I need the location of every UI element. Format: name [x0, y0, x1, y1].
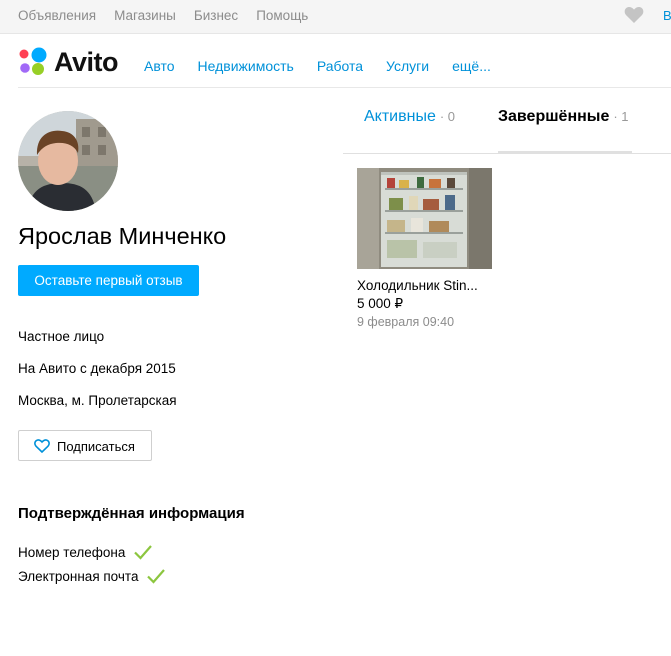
main-nav: Авто Недвижимость Работа Услуги ещё... — [144, 58, 491, 74]
nav-auto[interactable]: Авто — [144, 58, 175, 74]
verified-item-label: Номер телефона — [18, 544, 126, 560]
heart-icon[interactable] — [624, 6, 644, 24]
listing-photo[interactable] — [357, 168, 492, 269]
listing-title[interactable]: Холодильник Stin... — [357, 278, 492, 293]
top-links: Объявления Магазины Бизнес Помощь — [18, 8, 308, 23]
seller-type: Частное лицо — [18, 329, 105, 344]
heart-outline-icon — [34, 439, 50, 453]
user-name: Ярослав Минченко — [18, 223, 227, 249]
nav-services[interactable]: Услуги — [386, 58, 429, 74]
subscribe-label: Подписаться — [57, 439, 135, 454]
nav-jobs[interactable]: Работа — [317, 58, 363, 74]
tab-label: Завершённые — [498, 108, 610, 125]
seller-location: Москва, м. Пролетарская — [18, 393, 177, 408]
avito-logo[interactable]: Avito — [18, 46, 130, 78]
tab-active-listings[interactable]: Активные · 0 — [364, 108, 455, 154]
top-bar: Объявления Магазины Бизнес Помощь В — [0, 0, 671, 34]
member-since: На Авито с декабря 2015 — [18, 361, 176, 376]
site-header: Avito Авто Недвижимость Работа Услуги ещ… — [18, 36, 671, 88]
verified-item-email: Электронная почта — [18, 568, 166, 584]
listings-tabs: Активные · 0 Завершённые · 1 — [343, 102, 671, 154]
listing-price: 5 000 ₽ — [357, 296, 404, 311]
nav-realty[interactable]: Недвижимость — [198, 58, 294, 74]
check-icon — [134, 545, 153, 560]
listing-card[interactable]: Холодильник Stin... 5 000 ₽ 9 февраля 09… — [357, 168, 492, 329]
top-link-shops[interactable]: Магазины — [114, 8, 176, 23]
tab-label: Активные — [364, 108, 436, 125]
subscribe-button[interactable]: Подписаться — [18, 430, 152, 461]
check-icon — [147, 569, 166, 584]
verified-item-phone: Номер телефона — [18, 544, 153, 560]
tab-count: · 0 — [439, 109, 456, 124]
tab-completed-listings[interactable]: Завершённые · 1 — [498, 108, 632, 154]
avatar — [18, 111, 118, 211]
top-link-help[interactable]: Помощь — [256, 8, 308, 23]
verified-item-label: Электронная почта — [18, 568, 139, 584]
nav-more[interactable]: ещё... — [452, 58, 491, 74]
tab-count: · 1 — [613, 109, 629, 124]
verified-info-title: Подтверждённая информация — [18, 505, 245, 522]
top-link-ads[interactable]: Объявления — [18, 8, 96, 23]
logo-text: Avito — [54, 47, 119, 77]
top-link-business[interactable]: Бизнес — [194, 8, 238, 23]
top-link-login-fragment[interactable]: В — [663, 8, 671, 23]
listing-date: 9 февраля 09:40 — [357, 315, 455, 329]
logo-dots-icon — [19, 47, 47, 75]
leave-review-button[interactable]: Оставьте первый отзыв — [18, 265, 199, 296]
